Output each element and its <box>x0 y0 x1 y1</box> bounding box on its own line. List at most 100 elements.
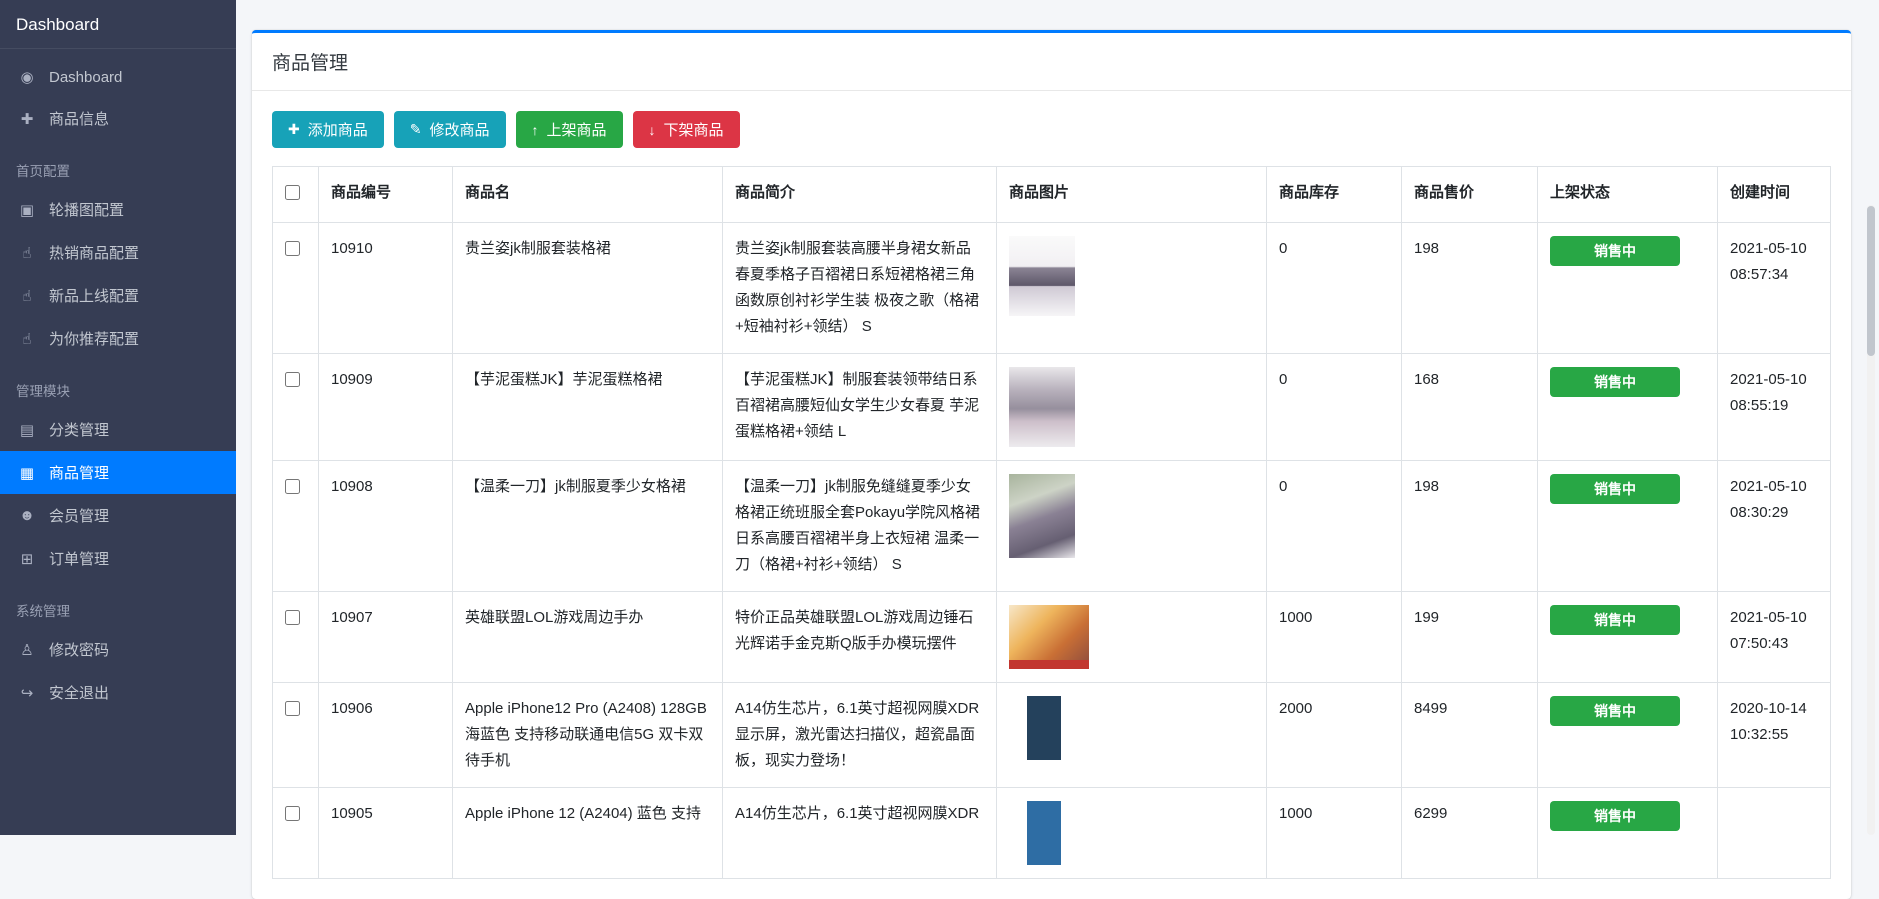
status-badge: 销售中 <box>1550 474 1680 504</box>
table-body: 10910 贵兰姿jk制服套装格裙 贵兰姿jk制服套装高腰半身裙女新品春夏季格子… <box>272 222 1831 879</box>
grid-icon: ▦ <box>19 464 35 482</box>
product-stock-cell: 1000 <box>1266 591 1402 683</box>
scrollbar-thumb[interactable] <box>1867 206 1875 356</box>
users-icon: ☻ <box>19 507 35 524</box>
order-card-icon: ⊞ <box>20 550 34 568</box>
status-badge: 销售中 <box>1550 236 1680 266</box>
row-checkbox[interactable] <box>285 806 300 821</box>
column-header-商品图片: 商品图片 <box>996 166 1267 223</box>
vertical-scrollbar[interactable] <box>1867 205 1875 835</box>
created-time-cell <box>1717 787 1831 879</box>
product-table: 商品编号 商品名 商品简介 商品图片 商品库存 商品售价 上架状态 创建时间 10910 贵兰… <box>272 166 1831 879</box>
product-name-cell: Apple iPhone 12 (A2404) 蓝色 支持 <box>452 787 723 879</box>
product-stock-cell: 0 <box>1266 222 1402 354</box>
sidebar-item-商品管理[interactable]: ▦ 商品管理 <box>0 451 236 494</box>
sidebar: Dashboard ◉ Dashboard ✚ 商品信息 首页配置 ▣ 轮播图配… <box>0 0 236 835</box>
sidebar-item-轮播图配置[interactable]: ▣ 轮播图配置 <box>0 188 236 231</box>
button-label: 添加商品 <box>307 122 368 139</box>
row-checkbox[interactable] <box>285 241 300 256</box>
sidebar-item-Dashboard[interactable]: ◉ Dashboard <box>0 57 236 97</box>
column-header-创建时间: 创建时间 <box>1717 166 1831 223</box>
sidebar-item-新品上线配置[interactable]: ☝ 新品上线配置 <box>0 274 236 317</box>
product-status-cell: 销售中 <box>1537 591 1718 683</box>
row-select-cell <box>272 787 319 879</box>
product-image <box>1009 696 1079 760</box>
row-select-cell <box>272 222 319 354</box>
product-stock-cell: 2000 <box>1266 682 1402 788</box>
logout-icon: ↪ <box>20 684 34 702</box>
arrow-up-icon: ↑ <box>531 121 539 138</box>
product-description-cell: 【芋泥蛋糕JK】制服套装领带结日系百褶裙高腰短仙女学生少女春夏 芋泥蛋糕格裙+领… <box>722 353 997 461</box>
product-price-cell: 8499 <box>1401 682 1538 788</box>
sidebar-item-分类管理[interactable]: ▤ 分类管理 <box>0 408 236 451</box>
product-id-cell: 10908 <box>318 460 453 592</box>
product-image-cell <box>996 460 1267 592</box>
add-product-button[interactable]: ✚ 添加商品 <box>272 111 384 148</box>
nav-section-header: 系统管理 <box>16 604 70 619</box>
nav-section-header: 首页配置 <box>16 164 70 179</box>
product-status-cell: 销售中 <box>1537 222 1718 354</box>
table-row: 10907 英雄联盟LOL游戏周边手办 特价正品英雄联盟LOL游戏周边锤石光辉诺… <box>272 591 1831 683</box>
select-all-checkbox[interactable] <box>285 185 300 200</box>
list-product-button[interactable]: ↑ 上架商品 <box>515 111 623 148</box>
sidebar-item-label: 新品上线配置 <box>49 288 140 305</box>
row-checkbox[interactable] <box>285 479 300 494</box>
sidebar-item-为你推荐配置[interactable]: ☝ 为你推荐配置 <box>0 317 236 360</box>
page-title: 商品管理 <box>252 33 1851 91</box>
sidebar-item-商品信息[interactable]: ✚ 商品信息 <box>0 97 236 140</box>
sidebar-item-label: 商品信息 <box>49 111 110 128</box>
product-status-cell: 销售中 <box>1537 787 1718 879</box>
thumbs-up-icon: ☝ <box>22 287 32 305</box>
product-id-cell: 10906 <box>318 682 453 788</box>
delist-product-button[interactable]: ↓ 下架商品 <box>632 111 740 148</box>
product-management-card: 商品管理 ✚ 添加商品 ✎ 修改商品 ↑ 上架商品 ↓ 下架商品 商品编号 商品名 商品简介 商品图… <box>252 30 1851 899</box>
product-price-cell: 198 <box>1401 222 1538 354</box>
product-id-cell: 10907 <box>318 591 453 683</box>
row-checkbox[interactable] <box>285 610 300 625</box>
button-label: 下架商品 <box>663 122 724 139</box>
product-image <box>1009 474 1075 558</box>
product-status-cell: 销售中 <box>1537 460 1718 592</box>
product-name-cell: 贵兰姿jk制服套装格裙 <box>452 222 723 354</box>
row-checkbox[interactable] <box>285 701 300 716</box>
product-name-cell: Apple iPhone12 Pro (A2408) 128GB 海蓝色 支持移… <box>452 682 723 788</box>
row-checkbox[interactable] <box>285 372 300 387</box>
sidebar-item-热销商品配置[interactable]: ☝ 热销商品配置 <box>0 231 236 274</box>
plus-icon: ✚ <box>20 110 34 128</box>
column-header-商品编号: 商品编号 <box>318 166 453 223</box>
toolbar: ✚ 添加商品 ✎ 修改商品 ↑ 上架商品 ↓ 下架商品 <box>272 111 1831 148</box>
status-badge: 销售中 <box>1550 696 1680 726</box>
sidebar-item-订单管理[interactable]: ⊞ 订单管理 <box>0 537 236 580</box>
column-header-商品售价: 商品售价 <box>1401 166 1538 223</box>
plus-icon: ✚ <box>288 121 300 137</box>
sidebar-item-label: 为你推荐配置 <box>49 331 140 348</box>
table-row: 10905 Apple iPhone 12 (A2404) 蓝色 支持 A14仿… <box>272 787 1831 879</box>
product-name-cell: 【温柔一刀】jk制服夏季少女格裙 <box>452 460 723 592</box>
sidebar-item-label: 订单管理 <box>49 551 110 568</box>
product-description-cell: A14仿生芯片，6.1英寸超视网膜XDR显示屏，激光雷达扫描仪，超瓷晶面板，现实… <box>722 682 997 788</box>
column-header-商品库存: 商品库存 <box>1266 166 1402 223</box>
sidebar-item-安全退出[interactable]: ↪ 安全退出 <box>0 671 236 714</box>
column-header-商品名: 商品名 <box>452 166 723 223</box>
nav-section-header: 管理模块 <box>16 384 70 399</box>
product-image <box>1009 801 1079 865</box>
product-image-cell <box>996 353 1267 461</box>
product-stock-cell: 1000 <box>1266 787 1402 879</box>
sidebar-item-修改密码[interactable]: ♙ 修改密码 <box>0 628 236 671</box>
table-row: 10910 贵兰姿jk制服套装格裙 贵兰姿jk制服套装高腰半身裙女新品春夏季格子… <box>272 222 1831 354</box>
sidebar-item-label: 轮播图配置 <box>49 202 125 219</box>
edit-product-button[interactable]: ✎ 修改商品 <box>393 111 506 148</box>
product-description-cell: 特价正品英雄联盟LOL游戏周边锤石光辉诺手金克斯Q版手办模玩摆件 <box>722 591 997 683</box>
sidebar-nav: ◉ Dashboard ✚ 商品信息 首页配置 ▣ 轮播图配置 ☝ 热销商品配置… <box>0 49 236 722</box>
main-content: 商品管理 ✚ 添加商品 ✎ 修改商品 ↑ 上架商品 ↓ 下架商品 商品编号 商品名 商品简介 商品图… <box>236 0 1879 899</box>
status-badge: 销售中 <box>1550 367 1680 397</box>
sidebar-item-label: 商品管理 <box>49 465 110 482</box>
table-row: 10906 Apple iPhone12 Pro (A2408) 128GB 海… <box>272 682 1831 788</box>
sidebar-item-会员管理[interactable]: ☻ 会员管理 <box>0 494 236 537</box>
product-id-cell: 10905 <box>318 787 453 879</box>
arrow-down-icon: ↓ <box>648 121 656 138</box>
password-user-icon: ♙ <box>20 641 34 659</box>
created-time-cell: 2020-10-14 10:32:55 <box>1717 682 1831 788</box>
product-image <box>1009 367 1075 447</box>
product-image <box>1009 236 1075 316</box>
